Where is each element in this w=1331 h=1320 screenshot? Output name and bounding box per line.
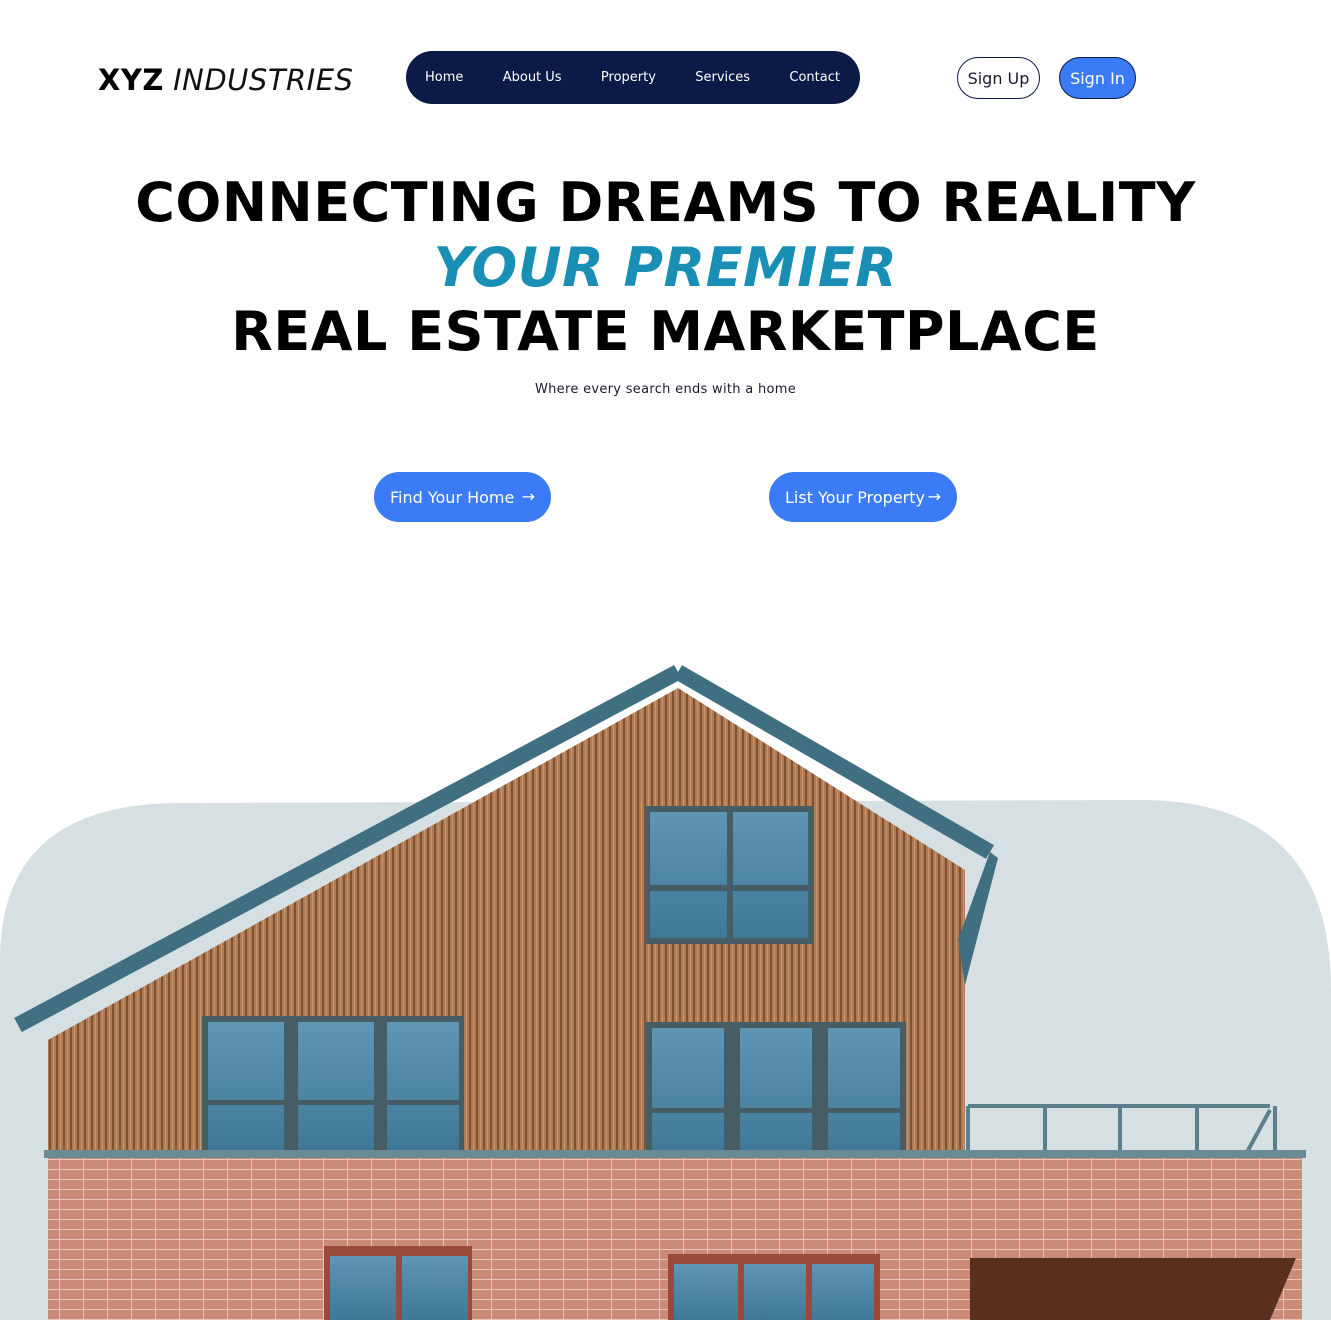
floor-slab xyxy=(44,1150,1306,1158)
brand-name-light: INDUSTRIES xyxy=(173,63,354,97)
hero-heading-line-2: YOUR PREMIER xyxy=(433,236,898,299)
brand-logo[interactable]: XYZ INDUSTRIES xyxy=(98,62,353,98)
arrow-right-icon: → xyxy=(927,487,941,506)
nav-item-contact[interactable]: Contact xyxy=(789,70,840,85)
arrow-right-icon: → xyxy=(521,487,535,506)
window-mid-left xyxy=(202,1016,464,1158)
main-nav: Home About Us Property Services Contact xyxy=(406,51,860,104)
hero-house-image xyxy=(0,664,1331,1320)
nav-item-about-us[interactable]: About Us xyxy=(503,70,562,85)
sign-up-button[interactable]: Sign Up xyxy=(957,57,1040,99)
list-your-property-button[interactable]: List Your Property → xyxy=(769,472,957,522)
hero-heading-line-1: CONNECTING DREAMS TO REALITY xyxy=(135,171,1196,234)
nav-item-property[interactable]: Property xyxy=(601,70,656,85)
window-ground-right xyxy=(668,1254,880,1320)
window-ground-left xyxy=(324,1246,472,1320)
hero-heading-line-3: REAL ESTATE MARKETPLACE xyxy=(231,300,1100,363)
hero-subtitle: Where every search ends with a home xyxy=(534,382,797,397)
nav-item-home[interactable]: Home xyxy=(425,70,463,85)
brand-name-bold: XYZ xyxy=(98,63,164,97)
list-your-property-label: List Your Property xyxy=(785,487,925,507)
sign-in-button[interactable]: Sign In xyxy=(1059,57,1136,99)
window-gable xyxy=(645,806,813,944)
find-your-home-label: Find Your Home xyxy=(390,487,515,507)
find-your-home-button[interactable]: Find Your Home → xyxy=(374,472,551,522)
nav-item-services[interactable]: Services xyxy=(695,70,750,85)
balcony-soffit xyxy=(970,1258,1296,1320)
window-mid-right xyxy=(646,1022,906,1162)
